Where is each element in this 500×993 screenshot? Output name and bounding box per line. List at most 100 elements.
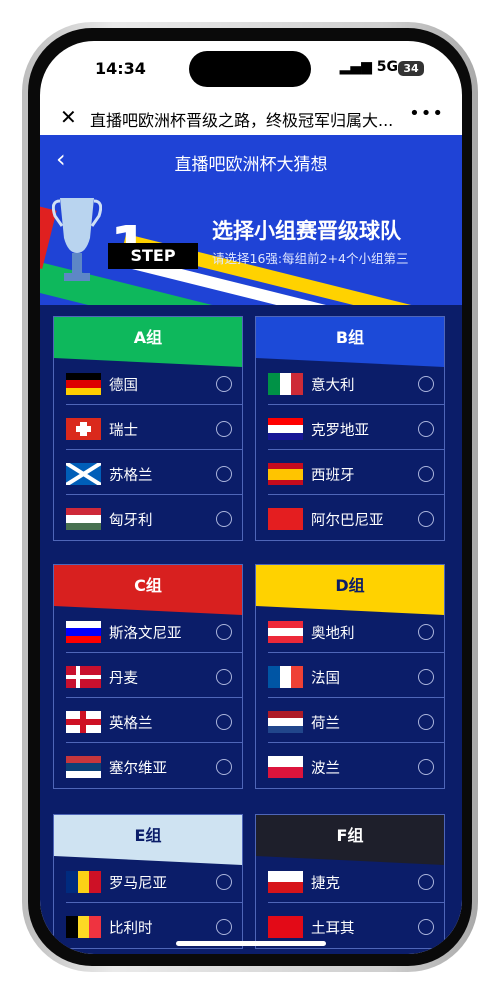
team-row[interactable]: 意大利 (268, 360, 444, 405)
team-name: 西班牙 (311, 468, 355, 484)
team-row[interactable]: 奥地利 (268, 608, 444, 653)
flag-icon (268, 666, 303, 688)
flag-icon (66, 711, 101, 733)
team-name: 斯洛文尼亚 (109, 626, 182, 642)
team-radio[interactable] (418, 376, 434, 392)
team-name: 阿尔巴尼亚 (311, 513, 384, 529)
team-radio[interactable] (216, 714, 232, 730)
team-radio[interactable] (418, 624, 434, 640)
group-card: E组 罗马尼亚 比利时 (53, 814, 243, 949)
browser-title: 直播吧欧洲杯晋级之路，终极冠军归属大... (90, 111, 394, 130)
flag-icon (268, 373, 303, 395)
team-name: 塞尔维亚 (109, 761, 167, 777)
team-radio[interactable] (216, 669, 232, 685)
battery-icon: 34 (398, 61, 424, 76)
flag-icon (66, 871, 101, 893)
team-radio[interactable] (418, 919, 434, 935)
team-name: 比利时 (109, 921, 153, 937)
team-row[interactable]: 阿尔巴尼亚 (268, 495, 444, 540)
team-name: 英格兰 (109, 716, 153, 732)
team-radio[interactable] (418, 759, 434, 775)
team-radio[interactable] (216, 376, 232, 392)
team-name: 瑞士 (109, 423, 138, 439)
team-radio[interactable] (216, 919, 232, 935)
team-row[interactable]: 捷克 (268, 858, 444, 903)
groups-grid: A组 德国 瑞士 苏格兰 匈牙利 B组 意大利 克罗地亚 西班牙 阿尔巴尼亚 C组 斯洛文尼亚 丹麦 英格… (40, 305, 462, 954)
team-name: 捷克 (311, 876, 340, 892)
team-row[interactable]: 法国 (268, 653, 444, 698)
team-name: 罗马尼亚 (109, 876, 167, 892)
flag-icon (66, 508, 101, 530)
flag-icon (268, 508, 303, 530)
status-time: 14:34 (95, 59, 146, 78)
team-row[interactable]: 西班牙 (268, 450, 444, 495)
team-row[interactable]: 克罗地亚 (268, 405, 444, 450)
team-name: 克罗地亚 (311, 423, 369, 439)
team-row[interactable]: 荷兰 (268, 698, 444, 743)
team-row[interactable]: 罗马尼亚 (66, 858, 242, 903)
team-row[interactable]: 德国 (66, 360, 242, 405)
team-radio[interactable] (418, 511, 434, 527)
page-title: 直播吧欧洲杯大猜想 (174, 155, 328, 175)
team-row[interactable]: 波兰 (268, 743, 444, 788)
flag-icon (268, 916, 303, 938)
flag-icon (268, 418, 303, 440)
team-name: 土耳其 (311, 921, 355, 937)
flag-icon (66, 756, 101, 778)
team-name: 丹麦 (109, 671, 138, 687)
team-radio[interactable] (418, 421, 434, 437)
flag-icon (268, 756, 303, 778)
flag-icon (66, 916, 101, 938)
flag-icon (268, 621, 303, 643)
team-row[interactable]: 苏格兰 (66, 450, 242, 495)
team-radio[interactable] (216, 624, 232, 640)
team-name: 苏格兰 (109, 468, 153, 484)
browser-bar: ✕ 直播吧欧洲杯晋级之路，终极冠军归属大... ••• (40, 103, 462, 135)
team-name: 意大利 (311, 378, 355, 394)
more-icon[interactable]: ••• (409, 103, 444, 124)
flag-icon (66, 418, 101, 440)
team-row[interactable]: 斯洛文尼亚 (66, 608, 242, 653)
team-radio[interactable] (418, 714, 434, 730)
home-indicator[interactable] (176, 941, 326, 946)
team-radio[interactable] (216, 466, 232, 482)
flag-icon (66, 463, 101, 485)
trophy-icon (52, 198, 102, 281)
team-radio[interactable] (216, 874, 232, 890)
network-type: 5G (376, 59, 398, 75)
team-row[interactable]: 匈牙利 (66, 495, 242, 540)
team-row[interactable]: 英格兰 (66, 698, 242, 743)
team-radio[interactable] (418, 466, 434, 482)
team-row[interactable]: 塞尔维亚 (66, 743, 242, 788)
step-label: STEP (108, 243, 198, 269)
flag-icon (268, 463, 303, 485)
flag-icon (66, 373, 101, 395)
flag-icon (66, 666, 101, 688)
team-row[interactable]: 丹麦 (66, 653, 242, 698)
signal-icon: ▂▄▆ 5G (339, 59, 398, 75)
team-radio[interactable] (418, 874, 434, 890)
team-radio[interactable] (418, 669, 434, 685)
flag-icon (268, 711, 303, 733)
team-name: 匈牙利 (109, 513, 153, 529)
banner-heading: 选择小组赛晋级球队 (212, 219, 401, 243)
team-radio[interactable] (216, 511, 232, 527)
team-radio[interactable] (216, 421, 232, 437)
team-name: 奥地利 (311, 626, 355, 642)
team-name: 法国 (311, 671, 340, 687)
group-card: F组 捷克 土耳其 (255, 814, 445, 949)
team-name: 波兰 (311, 761, 340, 777)
dynamic-island (189, 51, 311, 87)
team-name: 荷兰 (311, 716, 340, 732)
team-radio[interactable] (216, 759, 232, 775)
close-icon[interactable]: ✕ (60, 105, 77, 129)
group-card: C组 斯洛文尼亚 丹麦 英格兰 塞尔维亚 (53, 564, 243, 789)
team-row[interactable]: 瑞士 (66, 405, 242, 450)
team-name: 德国 (109, 378, 138, 394)
phone-screen: 14:34 ▂▄▆ 5G 34 ✕ 直播吧欧洲杯晋级之路，终极冠军归属大... … (40, 41, 462, 954)
group-card: B组 意大利 克罗地亚 西班牙 阿尔巴尼亚 (255, 316, 445, 541)
flag-icon (268, 871, 303, 893)
banner-subheading: 请选择16强:每组前2+4个小组第三 (212, 251, 409, 266)
page-header: ‹ 直播吧欧洲杯大猜想 1 STEP 选择小组赛晋级球队 请选择16强:每组前2… (40, 135, 462, 305)
flag-icon (66, 621, 101, 643)
